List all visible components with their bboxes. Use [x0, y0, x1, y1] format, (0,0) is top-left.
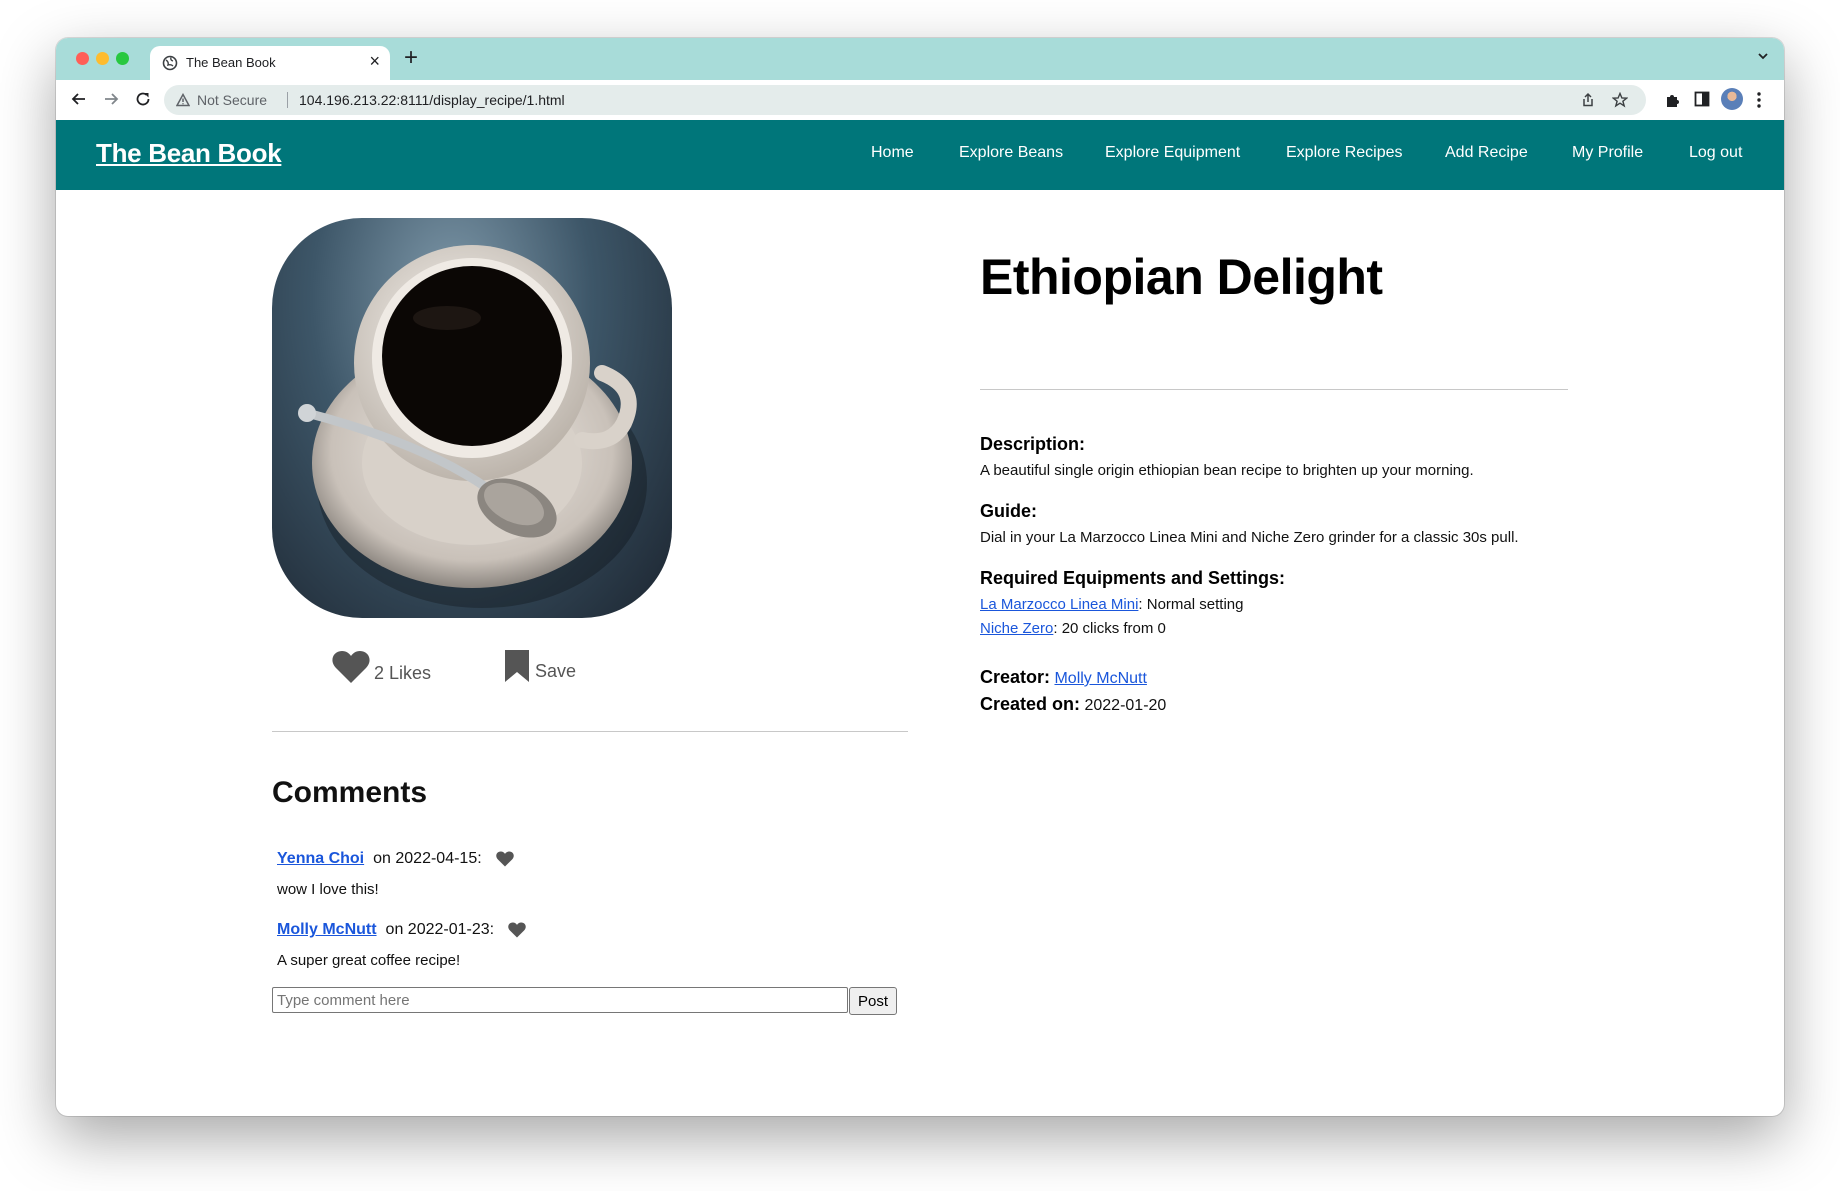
nav-explore-beans[interactable]: Explore Beans — [959, 144, 1063, 162]
heart-icon[interactable] — [495, 851, 514, 867]
warning-icon — [176, 93, 190, 107]
nav-log-out[interactable]: Log out — [1689, 144, 1742, 162]
tab-search-chevron-icon[interactable] — [1756, 49, 1770, 63]
equipment-item: Niche Zero: 20 clicks from 0 — [980, 620, 1166, 637]
equipment-link-niche-zero[interactable]: Niche Zero — [980, 620, 1053, 637]
save-label: Save — [535, 661, 577, 681]
forward-arrow-icon[interactable] — [102, 90, 120, 108]
nav-add-recipe[interactable]: Add Recipe — [1445, 144, 1528, 162]
back-arrow-icon[interactable] — [70, 90, 88, 108]
browser-toolbar: Not Secure 104.196.213.22:8111/display_r… — [56, 80, 1784, 120]
share-icon[interactable] — [1580, 92, 1596, 108]
created-on-line: Created on: 2022-01-20 — [980, 694, 1166, 715]
comment-date: on 2022-01-23: — [385, 921, 495, 938]
comment-meta: Yenna Choi on 2022-04-15: — [277, 850, 514, 868]
coffee-cup-illustration — [298, 245, 647, 608]
brand-link[interactable]: The Bean Book — [96, 138, 282, 169]
description-text: A beautiful single origin ethiopian bean… — [980, 462, 1474, 479]
nav-my-profile[interactable]: My Profile — [1572, 144, 1643, 162]
nav-home[interactable]: Home — [871, 144, 914, 162]
save-button[interactable]: Save — [503, 650, 576, 682]
maximize-window-button[interactable] — [116, 52, 129, 65]
equipment-link-linea-mini[interactable]: La Marzocco Linea Mini — [980, 596, 1138, 613]
comments-heading: Comments — [272, 776, 428, 809]
description-label: Description: — [980, 434, 1086, 454]
equipment-setting: : 20 clicks from 0 — [1053, 620, 1166, 637]
creator-label: Creator: — [980, 667, 1051, 687]
created-on-label: Created on: — [980, 694, 1081, 714]
comment-text: wow I love this! — [277, 881, 379, 898]
left-divider — [272, 731, 908, 732]
comment-text: A super great coffee recipe! — [277, 952, 461, 969]
close-window-button[interactable] — [76, 52, 89, 65]
post-button[interactable]: Post — [849, 987, 897, 1015]
site-header: The Bean Book Home Explore Beans Explore… — [56, 120, 1784, 190]
url-text[interactable]: 104.196.213.22:8111/display_recipe/1.htm… — [299, 92, 565, 108]
recipe-title: Ethiopian Delight — [980, 249, 1383, 305]
nav-explore-recipes[interactable]: Explore Recipes — [1286, 144, 1403, 162]
comment-meta: Molly McNutt on 2022-01-23: — [277, 921, 526, 939]
right-divider — [980, 389, 1568, 390]
likes-count: 2 Likes — [374, 663, 432, 683]
extensions-puzzle-icon[interactable] — [1664, 91, 1682, 109]
reload-icon[interactable] — [134, 90, 152, 108]
browser-window: The Bean Book × + Not Secure 104.196.213… — [56, 38, 1784, 1116]
address-bar[interactable]: Not Secure 104.196.213.22:8111/display_r… — [164, 85, 1646, 115]
new-tab-icon[interactable]: + — [404, 44, 418, 72]
close-tab-icon[interactable]: × — [369, 51, 380, 72]
guide-text: Dial in your La Marzocco Linea Mini and … — [980, 529, 1519, 546]
equipment-item: La Marzocco Linea Mini: Normal setting — [980, 596, 1243, 613]
heart-icon — [332, 651, 370, 683]
bookmark-star-icon[interactable] — [1612, 92, 1628, 108]
nav-explore-equipment[interactable]: Explore Equipment — [1105, 144, 1240, 162]
comment-input[interactable] — [272, 987, 848, 1013]
comment-author-link[interactable]: Molly McNutt — [277, 921, 377, 939]
equipment-setting: : Normal setting — [1138, 596, 1244, 613]
more-options-icon[interactable] — [1756, 91, 1762, 109]
heart-icon[interactable] — [508, 922, 526, 938]
recipe-image — [272, 218, 672, 618]
creator-link[interactable]: Molly McNutt — [1054, 670, 1146, 687]
tab-strip: The Bean Book × + — [56, 38, 1784, 80]
globe-icon — [162, 55, 178, 71]
minimize-window-button[interactable] — [96, 52, 109, 65]
omnibox-divider — [287, 92, 288, 108]
bookmark-icon — [505, 650, 529, 682]
comment-date: on 2022-04-15: — [373, 850, 482, 867]
guide-label: Guide: — [980, 501, 1037, 521]
tab-title: The Bean Book — [186, 55, 276, 70]
like-button[interactable]: 2 Likes — [332, 650, 431, 684]
equipment-label: Required Equipments and Settings: — [980, 568, 1286, 588]
creator-line: Creator: Molly McNutt — [980, 667, 1147, 688]
comment-author-link[interactable]: Yenna Choi — [277, 850, 364, 868]
profile-avatar[interactable] — [1721, 88, 1743, 110]
browser-tab[interactable]: The Bean Book × — [150, 46, 390, 80]
security-label: Not Secure — [197, 92, 268, 108]
side-panel-icon[interactable] — [1694, 91, 1710, 107]
page-content: 2 Likes Save Comments Yenna Choi on 2022… — [56, 190, 1784, 1116]
created-on-value: 2022-01-20 — [1084, 697, 1167, 714]
